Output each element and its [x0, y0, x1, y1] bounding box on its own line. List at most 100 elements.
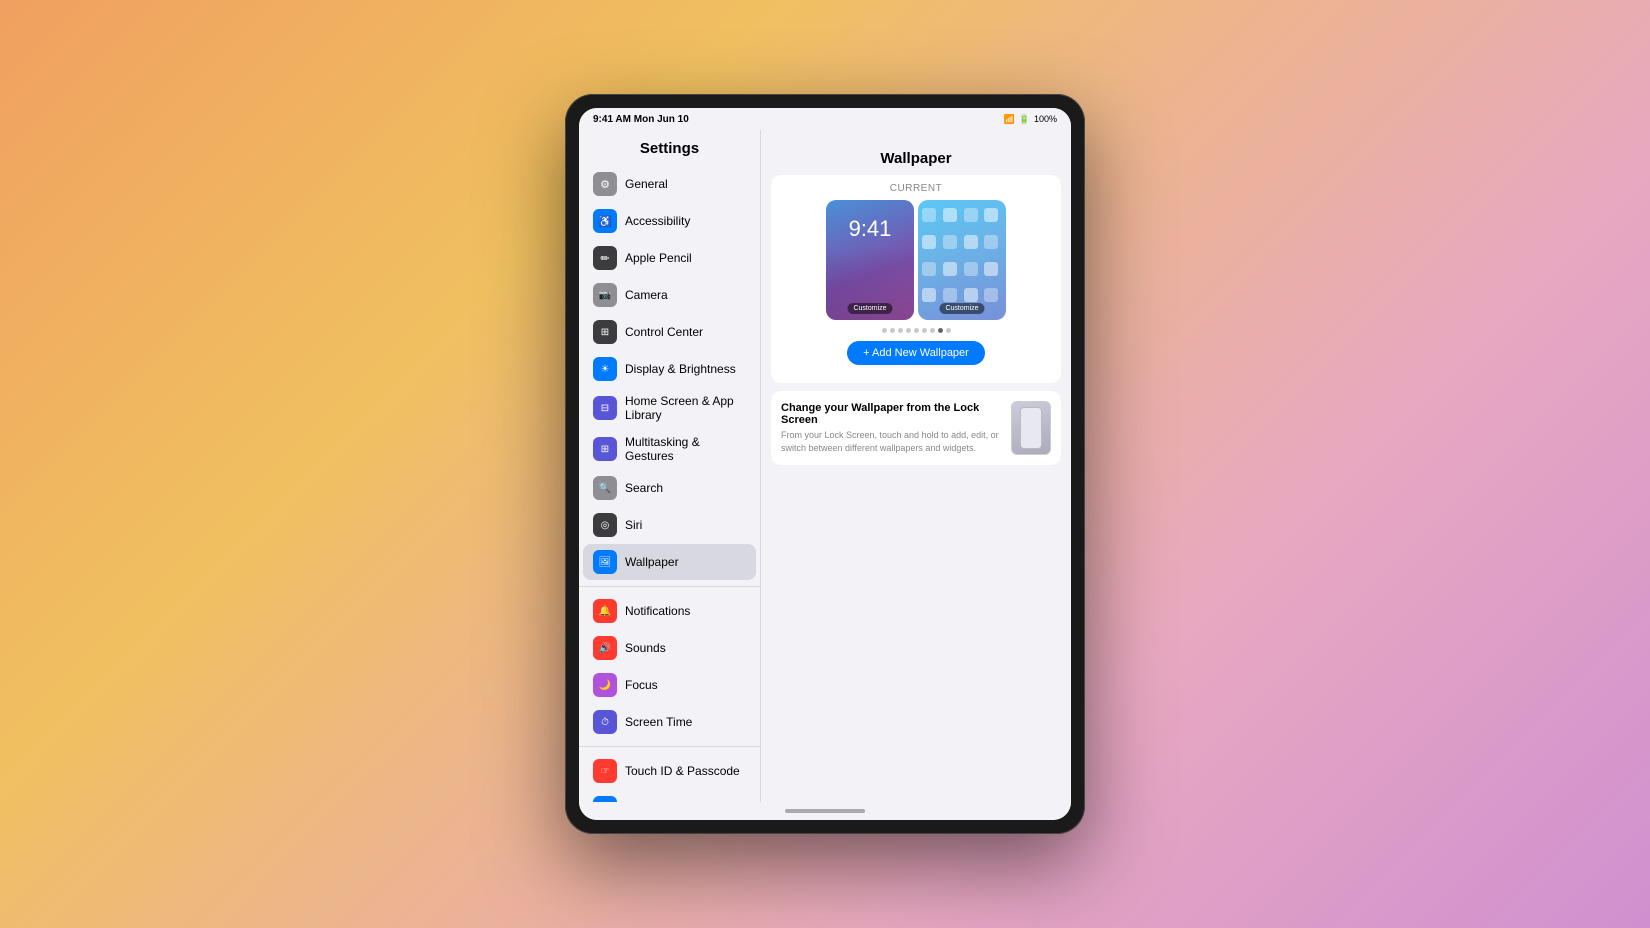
sidebar-section-1: ⚙ General ♿ Accessibility ✏ Apple Pencil…	[579, 166, 760, 580]
status-time: 9:41 AM Mon Jun 10	[593, 114, 689, 125]
lock-customize-btn[interactable]: Customize	[847, 303, 892, 314]
info-card-container: Change your Wallpaper from the Lock Scre…	[771, 391, 1061, 465]
sounds-icon: 🔊	[593, 636, 617, 660]
screen-time-label: Screen Time	[625, 715, 692, 729]
app-mini-2	[943, 208, 957, 222]
sounds-label: Sounds	[625, 641, 666, 655]
sidebar-item-search[interactable]: 🔍 Search	[583, 470, 756, 506]
focus-label: Focus	[625, 678, 658, 692]
wallpaper-info-thumbnail	[1011, 401, 1051, 455]
app-mini-6	[943, 235, 957, 249]
screen-time-icon: ⏱	[593, 710, 617, 734]
main-title: Wallpaper	[771, 140, 1061, 175]
siri-icon: ◎	[593, 513, 617, 537]
home-screen-icon: ⊟	[593, 396, 617, 420]
home-indicator-area	[579, 802, 1071, 820]
sidebar-section-3: ☞ Touch ID & Passcode 🤚 Privacy & Securi…	[579, 753, 760, 802]
display-label: Display & Brightness	[625, 362, 736, 376]
display-icon: ☀	[593, 357, 617, 381]
app-mini-5	[922, 235, 936, 249]
sidebar-title: Settings	[579, 130, 760, 165]
app-mini-8	[984, 235, 998, 249]
app-mini-1	[922, 208, 936, 222]
general-icon: ⚙	[593, 172, 617, 196]
battery-percent: 100%	[1034, 114, 1057, 124]
control-center-label: Control Center	[625, 325, 703, 339]
touch-id-label: Touch ID & Passcode	[625, 764, 740, 778]
sidebar-section-2: 🔔 Notifications 🔊 Sounds 🌙 Focus ⏱ Scree…	[579, 593, 760, 740]
sidebar-item-privacy[interactable]: 🤚 Privacy & Security	[583, 790, 756, 802]
touch-id-icon: ☞	[593, 759, 617, 783]
dot-4	[906, 328, 911, 333]
app-mini-9	[922, 262, 936, 276]
dot-6	[922, 328, 927, 333]
app-mini-13	[922, 288, 936, 302]
apple-pencil-label: Apple Pencil	[625, 251, 692, 265]
notifications-label: Notifications	[625, 604, 690, 618]
wallpaper-info-card: Change your Wallpaper from the Lock Scre…	[771, 391, 1061, 465]
dot-5	[914, 328, 919, 333]
status-icons: 📶 🔋 100%	[1004, 114, 1057, 125]
focus-icon: 🌙	[593, 673, 617, 697]
app-mini-16	[984, 288, 998, 302]
wallpaper-previews: 9:41 Customize	[779, 200, 1053, 320]
sidebar-item-home-screen[interactable]: ⊟ Home Screen & App Library	[583, 388, 756, 428]
home-screen-label: Home Screen & App Library	[625, 394, 746, 422]
sidebar-item-camera[interactable]: 📷 Camera	[583, 277, 756, 313]
app-mini-12	[984, 262, 998, 276]
sidebar: Settings ⚙ General ♿ Accessibility ✏ App…	[579, 130, 761, 802]
ipad-screen: 9:41 AM Mon Jun 10 📶 🔋 100% Settings ⚙ G…	[579, 108, 1071, 820]
battery-icon: 🔋	[1019, 114, 1030, 125]
sidebar-item-general[interactable]: ⚙ General	[583, 166, 756, 202]
home-indicator	[785, 809, 865, 813]
dot-1	[882, 328, 887, 333]
wallpaper-info-text: Change your Wallpaper from the Lock Scre…	[781, 402, 1001, 454]
wallpaper-dots	[779, 328, 1053, 333]
sidebar-item-display[interactable]: ☀ Display & Brightness	[583, 351, 756, 387]
app-mini-4	[984, 208, 998, 222]
dot-2	[890, 328, 895, 333]
search-icon: 🔍	[593, 476, 617, 500]
home-screen-preview[interactable]: Customize	[918, 200, 1006, 320]
app-mini-10	[943, 262, 957, 276]
sidebar-item-control-center[interactable]: ⊞ Control Center	[583, 314, 756, 350]
multitasking-icon: ⊞	[593, 437, 617, 461]
sidebar-item-multitasking[interactable]: ⊞ Multitasking & Gestures	[583, 429, 756, 469]
notifications-icon: 🔔	[593, 599, 617, 623]
sidebar-item-touch-id[interactable]: ☞ Touch ID & Passcode	[583, 753, 756, 789]
siri-label: Siri	[625, 518, 642, 532]
add-wallpaper-button[interactable]: + Add New Wallpaper	[847, 341, 985, 365]
camera-label: Camera	[625, 288, 668, 302]
dot-8	[938, 328, 943, 333]
control-center-icon: ⊞	[593, 320, 617, 344]
app-mini-7	[964, 235, 978, 249]
sidebar-item-focus[interactable]: 🌙 Focus	[583, 667, 756, 703]
sidebar-item-siri[interactable]: ◎ Siri	[583, 507, 756, 543]
lock-screen-time: 9:41	[849, 216, 892, 242]
general-label: General	[625, 177, 668, 191]
main-content: Wallpaper CURRENT 9:41 Customize	[761, 130, 1071, 802]
accessibility-icon: ♿	[593, 209, 617, 233]
divider-1	[579, 586, 760, 587]
sidebar-item-screen-time[interactable]: ⏱ Screen Time	[583, 704, 756, 740]
wallpaper-card-section: CURRENT 9:41 Customize	[771, 175, 1061, 383]
wallpaper-info-title: Change your Wallpaper from the Lock Scre…	[781, 402, 1001, 426]
multitasking-label: Multitasking & Gestures	[625, 435, 746, 463]
divider-2	[579, 746, 760, 747]
sidebar-item-sounds[interactable]: 🔊 Sounds	[583, 630, 756, 666]
sidebar-item-apple-pencil[interactable]: ✏ Apple Pencil	[583, 240, 756, 276]
wallpaper-icon: 🖼	[593, 550, 617, 574]
dot-7	[930, 328, 935, 333]
dot-3	[898, 328, 903, 333]
home-customize-btn[interactable]: Customize	[939, 303, 984, 314]
app-mini-14	[943, 288, 957, 302]
wifi-icon: 📶	[1004, 114, 1015, 125]
lock-screen-preview[interactable]: 9:41 Customize	[826, 200, 914, 320]
wallpaper-info-desc: From your Lock Screen, touch and hold to…	[781, 429, 1001, 454]
wallpaper-current-label: CURRENT	[779, 183, 1053, 194]
sidebar-item-wallpaper[interactable]: 🖼 Wallpaper	[583, 544, 756, 580]
ipad-device: 9:41 AM Mon Jun 10 📶 🔋 100% Settings ⚙ G…	[565, 94, 1085, 834]
sidebar-item-accessibility[interactable]: ♿ Accessibility	[583, 203, 756, 239]
sidebar-item-notifications[interactable]: 🔔 Notifications	[583, 593, 756, 629]
app-mini-15	[964, 288, 978, 302]
